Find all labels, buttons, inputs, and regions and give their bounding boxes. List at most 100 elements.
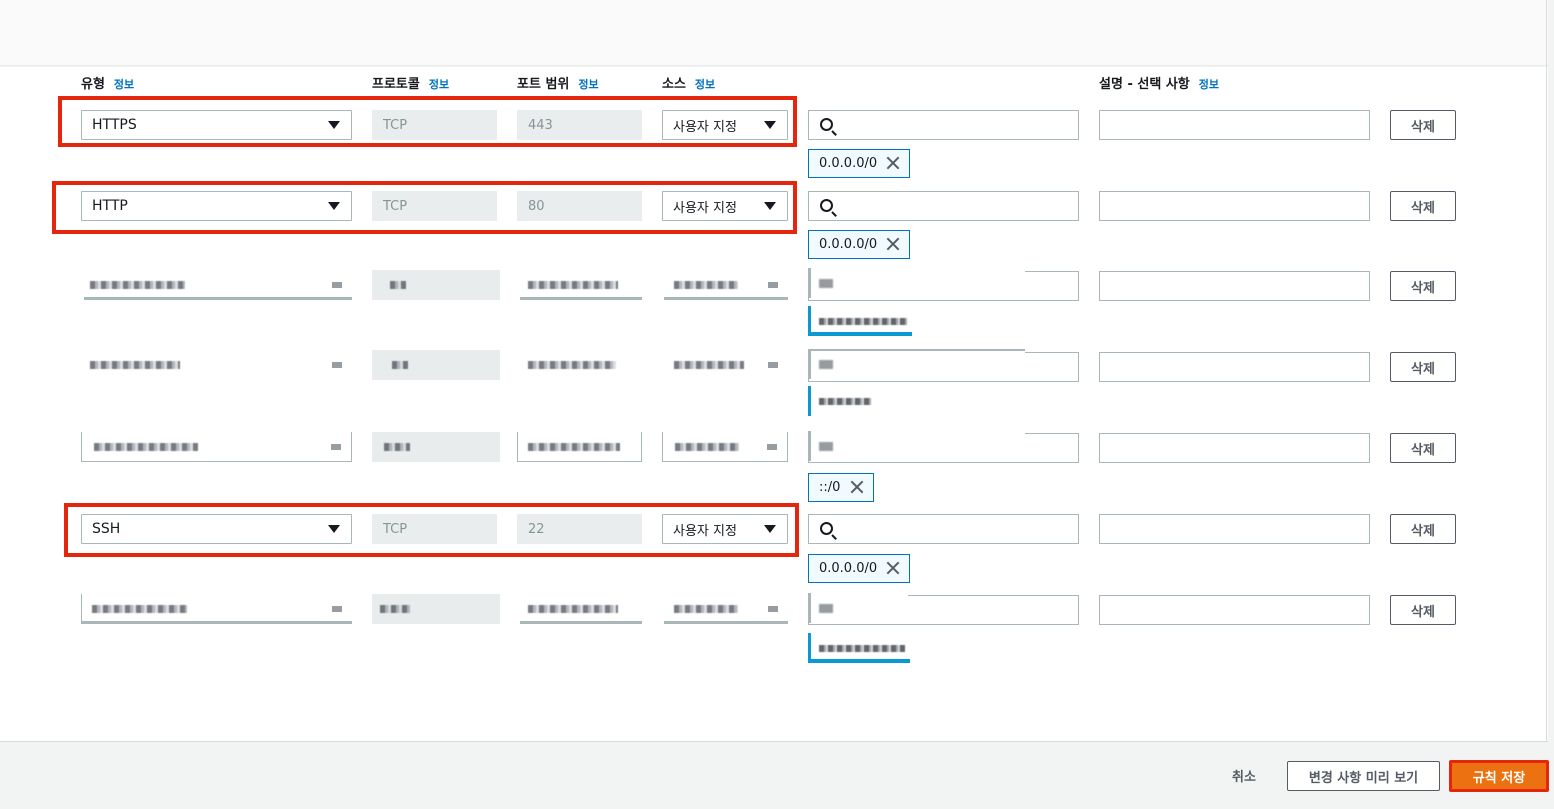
port-field-obscured bbox=[517, 432, 642, 462]
caret-down-icon bbox=[332, 362, 342, 368]
delete-button[interactable]: 삭제 bbox=[1390, 514, 1456, 544]
description-input[interactable] bbox=[1099, 595, 1370, 625]
redacted-text bbox=[528, 605, 618, 613]
type-select-obscured[interactable] bbox=[84, 350, 352, 380]
protocol-field-obscured bbox=[372, 270, 500, 300]
redacted-text bbox=[380, 605, 410, 613]
redacted-text bbox=[528, 443, 620, 451]
protocol-field-obscured bbox=[372, 350, 500, 380]
remove-token-icon[interactable] bbox=[885, 236, 901, 252]
delete-button[interactable]: 삭제 bbox=[1390, 352, 1456, 382]
header-type: 유형 정보 bbox=[81, 73, 134, 92]
type-select-obscured[interactable] bbox=[81, 594, 352, 624]
description-input[interactable] bbox=[1099, 433, 1370, 463]
redacted-text bbox=[528, 361, 616, 369]
delete-button[interactable]: 삭제 bbox=[1390, 595, 1456, 625]
port-field-obscured bbox=[520, 350, 642, 380]
type-select-obscured[interactable] bbox=[84, 270, 352, 300]
redacted-text bbox=[674, 281, 738, 289]
cidr-token-label: 0.0.0.0/0 bbox=[819, 561, 878, 576]
header-port-label: 포트 범위 bbox=[517, 77, 570, 92]
cidr-token-label: ::/0 bbox=[819, 480, 841, 495]
caret-down-icon bbox=[332, 606, 342, 612]
redacted-text bbox=[92, 605, 187, 613]
highlight-box bbox=[52, 181, 797, 234]
info-link-description[interactable]: 정보 bbox=[1199, 78, 1219, 91]
description-input[interactable] bbox=[1099, 271, 1370, 301]
cidr-token-obscured bbox=[808, 633, 910, 663]
remove-token-icon[interactable] bbox=[885, 155, 901, 171]
header-description: 설명 - 선택 사항 정보 bbox=[1099, 73, 1219, 92]
caret-down-icon bbox=[768, 606, 778, 612]
preview-changes-button[interactable]: 변경 사항 미리 보기 bbox=[1287, 761, 1440, 791]
search-icon bbox=[819, 279, 833, 288]
redacted-text bbox=[819, 318, 907, 325]
redacted-text bbox=[94, 443, 198, 451]
header-protocol-label: 프로토콜 bbox=[372, 77, 420, 92]
highlight-box bbox=[58, 96, 797, 147]
search-obscured bbox=[808, 431, 1025, 461]
protocol-field-obscured bbox=[372, 432, 500, 462]
redacted-text bbox=[528, 281, 618, 289]
search-icon bbox=[819, 360, 833, 369]
remove-token-icon[interactable] bbox=[885, 560, 901, 576]
description-input[interactable] bbox=[1099, 514, 1370, 544]
source-select-obscured[interactable] bbox=[664, 594, 788, 624]
delete-button[interactable]: 삭제 bbox=[1390, 191, 1456, 221]
save-rules-button[interactable]: 규칙 저장 bbox=[1449, 760, 1549, 792]
search-icon bbox=[820, 522, 833, 535]
cidr-token-obscured bbox=[808, 386, 876, 416]
search-obscured bbox=[808, 268, 1025, 298]
caret-down-icon bbox=[331, 444, 341, 450]
redacted-text bbox=[819, 398, 871, 405]
protocol-field-obscured bbox=[372, 594, 500, 624]
redacted-text bbox=[675, 443, 739, 451]
redacted-text bbox=[674, 605, 738, 613]
header-source-label: 소스 bbox=[662, 77, 686, 92]
cidr-token: ::/0 bbox=[808, 473, 874, 502]
cidr-token: 0.0.0.0/0 bbox=[808, 230, 910, 259]
description-input[interactable] bbox=[1099, 352, 1370, 382]
header-protocol: 프로토콜 정보 bbox=[372, 73, 449, 92]
header-port-range: 포트 범위 정보 bbox=[517, 73, 599, 92]
cidr-token-label: 0.0.0.0/0 bbox=[819, 156, 878, 171]
delete-button[interactable]: 삭제 bbox=[1390, 271, 1456, 301]
cidr-token: 0.0.0.0/0 bbox=[808, 149, 910, 178]
redacted-text bbox=[392, 361, 408, 369]
cidr-search-input[interactable] bbox=[808, 110, 1079, 140]
source-select-obscured[interactable] bbox=[664, 350, 788, 380]
type-select-obscured[interactable] bbox=[81, 432, 352, 462]
redacted-text bbox=[90, 281, 185, 289]
caret-down-icon bbox=[767, 444, 777, 450]
header-source: 소스 정보 bbox=[662, 73, 715, 92]
redacted-text bbox=[674, 361, 744, 369]
search-icon bbox=[820, 199, 833, 212]
cidr-token-label: 0.0.0.0/0 bbox=[819, 237, 878, 252]
remove-token-icon[interactable] bbox=[849, 479, 865, 495]
search-icon bbox=[819, 442, 833, 451]
source-select-obscured[interactable] bbox=[664, 270, 788, 300]
search-obscured bbox=[808, 593, 908, 623]
description-input[interactable] bbox=[1099, 191, 1370, 221]
cancel-button[interactable]: 취소 bbox=[1218, 762, 1270, 788]
header-type-label: 유형 bbox=[81, 77, 105, 92]
cidr-token: 0.0.0.0/0 bbox=[808, 554, 910, 583]
cidr-search-input[interactable] bbox=[808, 191, 1079, 221]
port-field-obscured bbox=[520, 270, 642, 300]
caret-down-icon bbox=[768, 282, 778, 288]
redacted-text bbox=[90, 361, 180, 369]
source-select-obscured[interactable] bbox=[662, 432, 788, 462]
search-icon bbox=[819, 604, 833, 613]
info-link-type[interactable]: 정보 bbox=[114, 78, 134, 91]
search-obscured bbox=[808, 349, 1025, 379]
info-link-port[interactable]: 정보 bbox=[578, 78, 598, 91]
delete-button[interactable]: 삭제 bbox=[1390, 110, 1456, 140]
info-link-protocol[interactable]: 정보 bbox=[429, 78, 449, 91]
delete-button[interactable]: 삭제 bbox=[1390, 433, 1456, 463]
search-icon bbox=[820, 118, 833, 131]
description-input[interactable] bbox=[1099, 110, 1370, 140]
redacted-text bbox=[390, 281, 406, 289]
caret-down-icon bbox=[332, 282, 342, 288]
cidr-search-input[interactable] bbox=[808, 514, 1079, 544]
info-link-source[interactable]: 정보 bbox=[695, 78, 715, 91]
